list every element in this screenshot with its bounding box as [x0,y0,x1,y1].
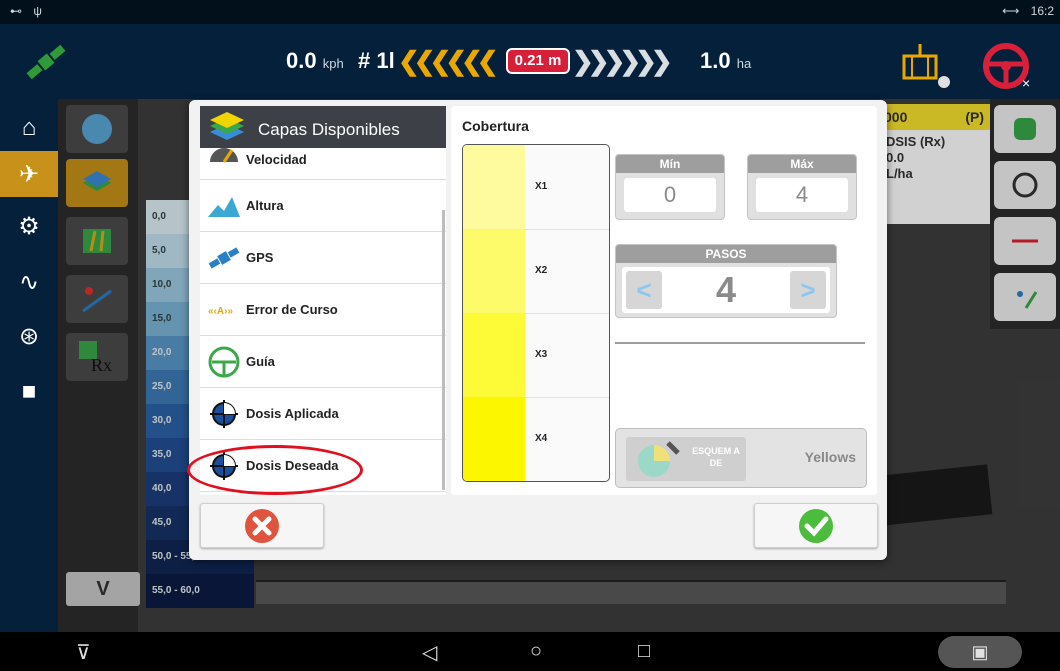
max-box[interactable]: Máx 4 [747,154,857,220]
back-icon[interactable]: ◁ [422,640,437,665]
section-divider [615,342,865,344]
satellite-icon [204,238,244,278]
diagnostics-icon[interactable]: ∿ [0,259,58,305]
coverage-title: Cobertura [462,118,529,134]
color-scheme-label: ESQUEM A DE [692,446,740,468]
layer-item-error-de-curso[interactable]: «‹A›» Error de Curso [200,284,446,336]
status-right: ⟷ 16:2 [994,4,1054,18]
swath-label: # 1l [358,48,395,73]
color-scheme-button[interactable]: ESQUEM A DE [626,437,746,481]
min-value[interactable]: 0 [624,178,716,212]
signal-icon: ⟷ [1002,4,1020,18]
implement-icon[interactable] [898,42,958,90]
coverage-swatch [463,313,525,397]
home-circle-icon[interactable]: ○ [530,640,542,663]
speed-value: 0.0 [286,48,317,73]
home-icon[interactable]: ⌂ [0,105,58,151]
pasos-inner: < 4 > [622,267,830,313]
confirm-button[interactable] [754,503,878,548]
coverage-swatch [463,229,525,313]
layer-list[interactable]: Velocidad Altura GPS «‹A›» Error de Curso Guí… [200,148,446,492]
palette-icon [638,441,680,477]
min-box[interactable]: Mín 0 [615,154,725,220]
layer-item-velocidad[interactable]: Velocidad [200,148,446,180]
right-chevrons-icon: ❯❯❯❯❯❯ [572,46,673,76]
coverage-label: X2 [535,265,548,276]
screenshot-button[interactable]: ▣ [938,636,1022,668]
shield-icon[interactable]: ⊽ [76,640,91,665]
layer-item-dosis-aplicada[interactable]: Dosis Aplicada [200,388,446,440]
status-time: 16:2 [1030,4,1054,18]
layer-item-altura[interactable]: Altura [200,180,446,232]
offset-pill: 0.21 m [506,48,570,74]
layer-label: Velocidad [246,152,307,167]
layer-list-scrollbar[interactable] [442,210,445,490]
nav-bar: ⊽ ◁ ○ □ ▣ [0,632,1060,671]
color-scheme-value: Yellows [804,449,856,465]
ut-icon[interactable]: ⊛ [0,313,58,359]
coverage-legend: X1 X2 X3 X4 [462,144,610,482]
status-left-icons: ⊷ ψ [10,4,46,18]
area-readout: 1.0 ha [700,48,751,74]
pasos-label: PASOS [616,245,836,263]
modal-title: Capas Disponibles [258,120,400,139]
status-bar: ⊷ ψ ⟷ 16:2 [0,0,1060,24]
pasos-value: 4 [715,269,737,310]
runner-icon[interactable]: ✈ [0,151,58,197]
course-error-icon: «‹A›» [204,290,244,330]
coverage-separator [525,397,609,398]
layer-label: Dosis Aplicada [246,406,339,421]
top-header: 0.0 kph # 1l ❮❮❮❮❮❮ 0.21 m ❯❯❯❯❯❯ 1.0 ha… [0,24,1060,99]
camera-icon[interactable]: ■ [0,369,58,415]
left-menu: ⌂ ✈ ⚙ ∿ ⊛ ■ [0,99,58,632]
check-icon [799,508,833,543]
layer-item-gps[interactable]: GPS [200,232,446,284]
layer-label: GPS [246,250,274,265]
coverage-label: X3 [535,349,548,360]
pasos-control: PASOS < 4 > [615,244,837,318]
area-value: 1.0 [700,48,731,73]
max-label: Máx [748,155,856,173]
recents-icon[interactable]: □ [638,640,650,663]
svg-text:«‹A›»: «‹A›» [208,306,233,317]
layer-item-guia[interactable]: Guía [200,336,446,388]
layer-label: Guía [246,354,275,369]
satellite-icon[interactable] [22,42,70,82]
speed-unit: kph [322,56,344,71]
left-chevrons-icon: ❮❮❮❮❮❮ [398,46,499,76]
color-scheme-row: ESQUEM A DE Yellows [615,428,867,488]
speedometer-icon [204,136,244,176]
svg-text:×: × [1022,75,1030,91]
layer-label: Error de Curso [246,302,338,317]
screenshot-icon: ▣ [971,642,989,662]
min-label: Mín [616,155,724,173]
coverage-swatch [463,397,525,481]
cancel-button[interactable] [200,503,324,548]
pasos-increase-button[interactable]: > [790,271,826,309]
coverage-separator [525,313,609,314]
coverage-label: X4 [535,433,548,444]
coverage-label: X1 [535,181,548,192]
area-unit: ha [736,56,752,71]
steering-wheel-icon [204,342,244,382]
coverage-panel: Cobertura X1 X2 X3 X4 Mín 0 Máx 4 PASOS < 4… [451,106,877,495]
speed-readout: 0.0 kph [286,48,344,74]
implement-settings-icon[interactable]: ⚙ [0,203,58,249]
coverage-swatch [463,145,525,229]
layer-label: Altura [246,198,284,213]
highlight-ring [187,445,363,495]
elevation-icon [204,186,244,226]
max-value[interactable]: 4 [756,178,848,212]
close-icon [245,508,279,543]
coverage-separator [525,229,609,230]
pasos-decrease-button[interactable]: < [626,271,662,309]
crosshair-icon [204,394,244,434]
steering-wheel-icon[interactable]: × [978,40,1038,92]
layers-panel: Capas Disponibles Velocidad Altura GPS «‹A›… [200,106,446,495]
